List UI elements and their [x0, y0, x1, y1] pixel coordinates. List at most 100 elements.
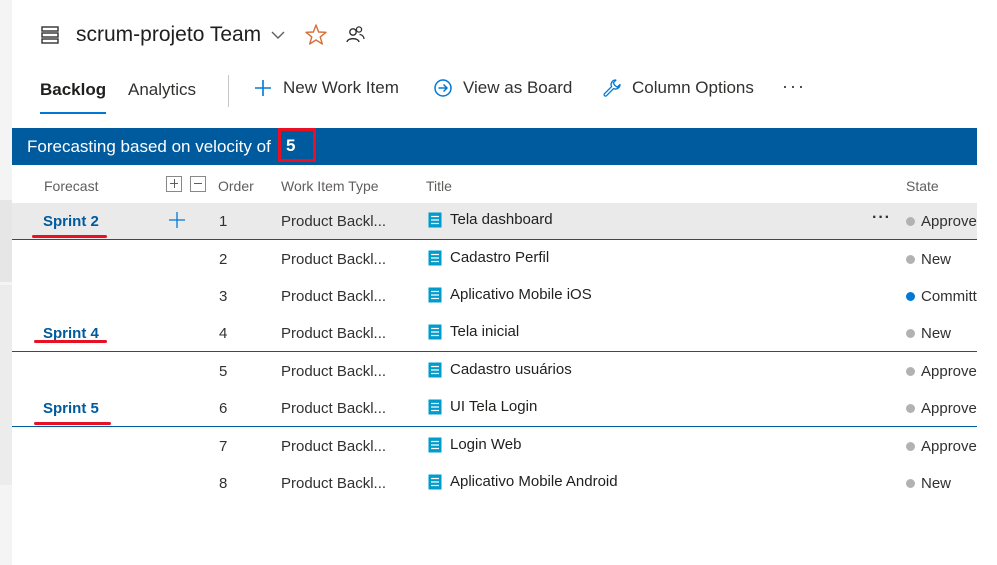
backlog-board-icon — [41, 26, 59, 44]
title-cell[interactable]: Cadastro Perfil — [428, 249, 549, 266]
state-dot — [906, 292, 915, 301]
order-cell: 3 — [219, 288, 228, 305]
state-text: New — [921, 475, 952, 492]
column-header-title[interactable]: Title — [426, 178, 452, 194]
state-cell: New — [906, 325, 977, 342]
toolbar-divider — [228, 75, 229, 107]
table-row[interactable]: 8 Product Backl... Aplicativo Mobile And… — [12, 465, 977, 502]
state-cell: Approved — [906, 363, 977, 380]
sprint-link[interactable]: Sprint 5 — [43, 400, 99, 417]
work-item-type-cell: Product Backl... — [281, 325, 387, 342]
column-header-state[interactable]: State — [906, 178, 939, 194]
state-dot — [906, 329, 915, 338]
title-text[interactable]: Tela dashboard — [450, 211, 553, 228]
more-commands-button[interactable]: ··· — [782, 76, 806, 97]
title-text[interactable]: Login Web — [450, 436, 521, 453]
state-text: Committed — [921, 288, 977, 305]
state-text: New — [921, 325, 952, 342]
wrench-icon — [603, 79, 621, 97]
view-as-board-button[interactable]: View as Board — [433, 78, 572, 98]
new-work-item-label: New Work Item — [283, 78, 399, 97]
velocity-highlight-box — [278, 128, 316, 162]
product-backlog-item-icon — [428, 474, 442, 489]
annotation-underline — [32, 235, 107, 238]
table-row[interactable]: Sprint 5 6 Product Backl... UI Tela Logi… — [12, 390, 977, 427]
arrow-circle-icon — [434, 79, 452, 97]
title-cell[interactable]: Aplicativo Mobile iOS — [428, 286, 592, 303]
title-text[interactable]: Aplicativo Mobile iOS — [450, 286, 592, 303]
team-name[interactable]: scrum-projeto Team — [76, 23, 261, 47]
title-cell[interactable]: Tela inicial — [428, 323, 519, 340]
plus-icon[interactable] — [168, 211, 186, 229]
work-item-type-cell: Product Backl... — [281, 400, 387, 417]
product-backlog-item-icon — [428, 362, 442, 377]
table-row[interactable]: 2 Product Backl... Cadastro Perfil New — [12, 241, 977, 278]
title-cell[interactable]: Aplicativo Mobile Android — [428, 473, 618, 490]
collapse-all-button[interactable] — [190, 176, 206, 192]
state-cell: Approved — [906, 400, 977, 417]
tab-backlog[interactable]: Backlog — [40, 80, 107, 114]
title-cell[interactable]: Cadastro usuários — [428, 361, 572, 378]
state-cell: Committed — [906, 288, 977, 305]
star-icon[interactable] — [304, 23, 328, 47]
sprint-link[interactable]: Sprint 2 — [43, 213, 99, 230]
state-dot — [906, 404, 915, 413]
expand-collapse-controls — [166, 176, 206, 192]
title-text[interactable]: Cadastro usuários — [450, 361, 572, 378]
chevron-down-icon[interactable] — [270, 27, 286, 43]
work-item-type-cell: Product Backl... — [281, 213, 387, 230]
state-dot — [906, 217, 915, 226]
column-header-work-item-type[interactable]: Work Item Type — [281, 178, 379, 194]
table-row[interactable]: 5 Product Backl... Cadastro usuários App… — [12, 353, 977, 390]
order-cell: 1 — [219, 213, 228, 230]
people-icon[interactable] — [344, 24, 366, 46]
state-text: New — [921, 251, 952, 268]
title-cell[interactable]: Tela dashboard — [428, 211, 553, 228]
rail-stripe — [0, 200, 12, 282]
work-item-type-cell: Product Backl... — [281, 438, 387, 455]
table-row[interactable]: 3 Product Backl... Aplicativo Mobile iOS… — [12, 278, 977, 315]
title-text[interactable]: Cadastro Perfil — [450, 249, 549, 266]
column-header-forecast[interactable]: Forecast — [44, 178, 98, 194]
state-text: Approved — [921, 438, 977, 455]
column-header-order[interactable]: Order — [218, 178, 254, 194]
state-dot — [906, 479, 915, 488]
sprint-boundary-line — [12, 239, 977, 240]
work-item-type-cell: Product Backl... — [281, 288, 387, 305]
table-row[interactable]: Sprint 4 4 Product Backl... Tela inicial… — [12, 315, 977, 352]
product-backlog-item-icon — [428, 250, 442, 265]
state-dot — [906, 442, 915, 451]
order-cell: 5 — [219, 363, 228, 380]
work-item-type-cell: Product Backl... — [281, 363, 387, 380]
plus-icon — [255, 80, 271, 96]
annotation-underline — [34, 422, 111, 425]
state-text: Approved — [921, 213, 977, 230]
left-navigation-rail — [0, 0, 12, 565]
tab-analytics[interactable]: Analytics — [128, 80, 196, 100]
order-cell: 4 — [219, 325, 228, 342]
order-cell: 6 — [219, 400, 228, 417]
order-cell: 7 — [219, 438, 228, 455]
title-text[interactable]: Aplicativo Mobile Android — [450, 473, 618, 490]
title-cell[interactable]: UI Tela Login — [428, 398, 537, 415]
new-work-item-button[interactable]: New Work Item — [253, 78, 399, 98]
state-cell: New — [906, 251, 977, 268]
work-item-type-cell: Product Backl... — [281, 475, 387, 492]
velocity-value[interactable]: 5 — [286, 136, 295, 156]
expand-all-button[interactable] — [166, 176, 182, 192]
title-text[interactable]: UI Tela Login — [450, 398, 537, 415]
page-header: scrum-projeto Team Backlog Analytics New… — [12, 0, 997, 120]
table-row[interactable]: 7 Product Backl... Login Web Approved — [12, 428, 977, 465]
column-options-button[interactable]: Column Options — [602, 78, 754, 98]
order-cell: 2 — [219, 251, 228, 268]
title-cell[interactable]: Login Web — [428, 436, 521, 453]
title-text[interactable]: Tela inicial — [450, 323, 519, 340]
table-row[interactable]: Sprint 2 1 Product Backl... Tela dashboa… — [12, 203, 977, 240]
sprint-boundary-line — [12, 351, 977, 352]
sprint-boundary-line — [12, 426, 977, 427]
state-text: Approved — [921, 400, 977, 417]
row-more-button[interactable]: ··· — [872, 209, 891, 227]
rail-stripe — [0, 285, 12, 485]
state-dot — [906, 367, 915, 376]
product-backlog-item-icon — [428, 437, 442, 452]
